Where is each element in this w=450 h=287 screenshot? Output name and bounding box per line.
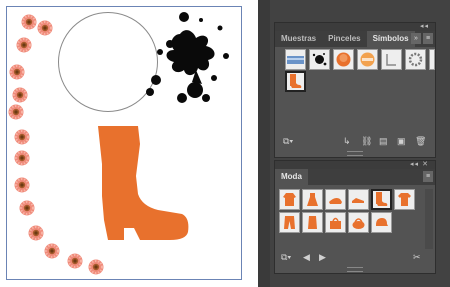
moda-symbol-pants[interactable] <box>279 212 300 233</box>
next-library-icon[interactable]: ▶ <box>319 252 326 262</box>
moda-symbol-boot[interactable] <box>371 189 392 210</box>
moda-symbol-sandal[interactable] <box>325 189 346 210</box>
symbol-orange-button[interactable] <box>357 49 378 70</box>
place-symbol-icon[interactable]: ↳ <box>343 136 351 146</box>
moda-panel-toolbar: ⧉▾ ◀ ▶ ✂ <box>275 249 435 264</box>
document-canvas[interactable] <box>0 0 258 287</box>
tab-simbolos[interactable]: Símbolos <box>366 31 415 47</box>
symbols-panel-tabs: Muestras Pinceles Símbolos » ≡ <box>275 31 435 47</box>
symbol-boot[interactable] <box>285 71 306 92</box>
ink-splat[interactable] <box>140 8 236 112</box>
panel-resize-grip[interactable] <box>347 151 363 156</box>
moda-symbol-dress[interactable] <box>302 189 323 210</box>
moda-panel-menu-icon[interactable]: ≡ <box>423 171 433 182</box>
panel-menu-icon[interactable]: ≡ <box>423 33 433 44</box>
expand-tabs-icon[interactable]: » <box>411 33 421 44</box>
break-link-icon[interactable]: ⛓ <box>361 136 372 146</box>
moda-resize-grip[interactable] <box>347 267 363 272</box>
collapse-panel-icon[interactable]: ◂◂ <box>420 22 429 30</box>
moda-collapse-icon[interactable]: ◂◂ <box>410 160 419 168</box>
previous-library-icon[interactable]: ◀ <box>303 252 310 262</box>
new-symbol-icon[interactable]: ▣ <box>397 136 406 146</box>
symbol-libraries-icon[interactable]: ⧉▾ <box>283 136 293 146</box>
moda-library-panel: ◂◂ ✕ Moda ≡ ⧉▾ ◀ ▶ ✂ <box>274 160 436 274</box>
orange-boot[interactable] <box>86 124 192 244</box>
tab-muestras[interactable]: Muestras <box>275 31 322 47</box>
moda-symbol-cap[interactable] <box>371 212 392 233</box>
moda-symbol-purse[interactable] <box>348 212 369 233</box>
symbol-ink-splat[interactable] <box>309 49 330 70</box>
moda-symbol-handbag[interactable] <box>325 212 346 233</box>
moda-symbol-sandal-alt[interactable] <box>348 189 369 210</box>
moda-tools-icon[interactable]: ✂ <box>413 252 421 262</box>
moda-symbol-jacket[interactable] <box>279 189 300 210</box>
moda-panel-title-bar[interactable]: ◂◂ ✕ <box>275 161 435 169</box>
moda-scrollbar[interactable] <box>425 189 433 249</box>
panel-title-bar[interactable]: ◂◂ <box>275 23 435 31</box>
symbol-corner-bracket[interactable] <box>381 49 402 70</box>
tab-pinceles[interactable]: Pinceles <box>322 31 366 47</box>
moda-libraries-icon[interactable]: ⧉▾ <box>281 252 291 262</box>
symbol-orange-circle[interactable] <box>333 49 354 70</box>
symbols-panel-toolbar: ⧉▾ ↳ ⛓ ▤ ▣ 🗑 <box>275 133 435 148</box>
symbol-flower[interactable] <box>429 49 435 70</box>
moda-close-icon[interactable]: ✕ <box>422 160 429 168</box>
symbol-options-icon[interactable]: ▤ <box>379 136 388 146</box>
symbol-wreath[interactable] <box>405 49 426 70</box>
moda-symbol-top[interactable] <box>302 212 323 233</box>
moda-symbol-tshirt[interactable] <box>394 189 415 210</box>
panel-dock-divider <box>258 0 270 287</box>
delete-symbol-icon[interactable]: 🗑 <box>415 136 426 146</box>
symbol-blue-banner[interactable] <box>285 49 306 70</box>
tab-moda[interactable]: Moda <box>275 169 308 185</box>
symbols-panel: ◂◂ Muestras Pinceles Símbolos » ≡ ⧉▾ ↳ ⛓… <box>274 22 436 158</box>
moda-panel-tabs: Moda ≡ <box>275 169 435 185</box>
